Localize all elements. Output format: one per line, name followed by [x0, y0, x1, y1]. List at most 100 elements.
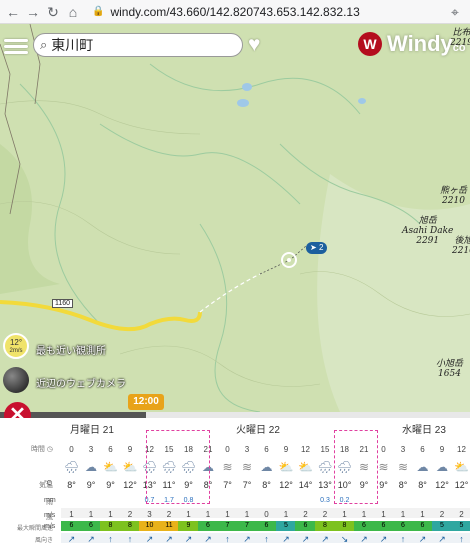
- time-badge[interactable]: 12:00: [128, 394, 164, 410]
- wind-dir-icon: ↑: [127, 534, 133, 544]
- selection-box: [334, 430, 378, 504]
- nearest-station-button[interactable]: 12° 2m/s: [3, 333, 29, 359]
- wind-marker[interactable]: ➤ 2: [306, 242, 328, 254]
- wind-cell: 1: [283, 510, 289, 519]
- temp-cell: 14°: [298, 480, 313, 490]
- weather-icon: ☁: [436, 460, 448, 474]
- gust-cell: 6: [303, 522, 308, 529]
- weather-icon: ≋: [241, 460, 253, 474]
- wind-cell: 1: [420, 510, 425, 519]
- wind-cell: 2: [166, 510, 172, 519]
- temp-cell: 9°: [86, 480, 96, 490]
- windy-logo-icon: W: [358, 32, 382, 56]
- gust-cell: 8: [342, 522, 347, 529]
- selection-box: [146, 430, 210, 504]
- wind-dir-icon: ↗: [145, 534, 154, 544]
- weather-icon: ☁: [85, 460, 97, 474]
- weather-icon: ⛅: [454, 460, 469, 474]
- unit-rain: mm: [44, 497, 56, 504]
- wind-dir-icon: ↗: [379, 534, 388, 544]
- temp-cell: 7°: [223, 480, 232, 490]
- webcam-label[interactable]: 近辺のウェブカメラ: [36, 375, 126, 390]
- windy-logo[interactable]: W Windy co: [358, 31, 466, 57]
- weather-icon: ⛅: [122, 460, 138, 474]
- home-icon[interactable]: ⌂: [64, 3, 82, 21]
- station-wind: 2m/s: [9, 348, 23, 354]
- weather-icon: ≋: [222, 460, 233, 474]
- gust-cell: 6: [401, 522, 405, 529]
- back-icon[interactable]: ←: [4, 3, 22, 21]
- wind-cell: 2: [322, 510, 328, 519]
- search-input[interactable]: 東川町: [51, 35, 93, 55]
- day-header: 月曜日 21: [70, 425, 114, 436]
- temp-cell: 7°: [242, 480, 252, 490]
- wind-dir-icon: ↗: [204, 534, 212, 544]
- peak-label: 小旭岳 1654: [436, 359, 464, 379]
- wind-cell: 1: [205, 510, 211, 519]
- hour-cell: 9: [127, 445, 133, 454]
- nearest-station-label[interactable]: 最も近い観測所: [36, 342, 106, 357]
- peak-label: 後旭2216: [452, 236, 470, 256]
- menu-icon[interactable]: [4, 36, 28, 56]
- temp-cell: 8°: [418, 480, 427, 490]
- hour-cell: 12: [457, 445, 466, 454]
- wind-dir-icon: ↗: [418, 534, 427, 544]
- hour-cell: 0: [225, 445, 230, 454]
- webcam-icon[interactable]: [3, 367, 29, 393]
- wind-dir-icon: ↗: [438, 534, 446, 544]
- forward-icon[interactable]: →: [24, 3, 42, 21]
- wind-cell: 1: [400, 510, 406, 519]
- wind-dir-icon: ↑: [108, 534, 113, 544]
- temp-cell: 12°: [435, 480, 449, 490]
- gust-cell: 5: [459, 522, 464, 529]
- temp-cell: 8°: [67, 480, 76, 490]
- station-temp: 12°: [9, 338, 23, 347]
- search-box[interactable]: ⌕ 東川町: [33, 33, 243, 57]
- wind-cell: 1: [342, 510, 347, 519]
- wind-dir-icon: ↗: [360, 534, 368, 544]
- weather-icon: 🌧: [63, 460, 80, 474]
- gust-cell: 7: [245, 522, 249, 529]
- wind-dir-icon: ↗: [321, 534, 329, 544]
- wind-cell: 1: [108, 510, 113, 519]
- location-icon[interactable]: ⌖: [446, 3, 464, 21]
- temp-cell: 8°: [398, 480, 408, 490]
- temp-cell: 12°: [279, 480, 293, 490]
- wind-dir-icon: ↗: [243, 534, 251, 544]
- wind-dir-icon: ↗: [184, 534, 193, 544]
- wind-cell: 1: [381, 510, 386, 519]
- hour-cell: 9: [439, 445, 445, 454]
- heart-icon[interactable]: ♥: [248, 34, 260, 55]
- gust-cell: 6: [69, 522, 74, 529]
- reload-icon[interactable]: ↻: [44, 3, 62, 21]
- peak-label: 熊ヶ岳 2210: [440, 186, 468, 206]
- weather-icon: 🌧: [317, 460, 333, 474]
- weather-icon: ⛅: [298, 460, 313, 474]
- weather-icon: ≋: [397, 460, 409, 474]
- weather-icon: ☁: [260, 460, 273, 474]
- gust-cell: 6: [89, 522, 93, 529]
- wind-cell: 1: [361, 510, 367, 519]
- hour-cell: 9: [283, 445, 289, 454]
- wind-cell: 1: [244, 510, 250, 519]
- wind-cell: 0: [264, 510, 269, 519]
- unit-gust: m/s: [44, 523, 56, 530]
- address-bar[interactable]: 🔒 windy.com/43.660/142.820743.653.142.83…: [92, 2, 432, 22]
- hour-cell: 6: [420, 445, 425, 454]
- wind-cell: 1: [69, 510, 74, 519]
- gust-cell: 8: [108, 522, 113, 529]
- wind-dir-icon: ↗: [67, 534, 76, 544]
- day-header: 水曜日 23: [402, 425, 446, 436]
- hour-cell: 3: [400, 445, 406, 454]
- gust-cell: 5: [440, 522, 444, 529]
- temp-cell: 12°: [454, 480, 469, 490]
- wind-dir-icon: ↑: [400, 534, 406, 544]
- wind-cell: 1: [225, 510, 230, 519]
- lock-icon: 🔒: [92, 6, 105, 17]
- wind-cell: 1: [186, 510, 191, 519]
- road-shield: 1160: [52, 299, 74, 308]
- rain-cell: 0.3: [320, 497, 330, 504]
- temp-cell: 12°: [123, 480, 137, 490]
- wind-dir-icon: ↑: [264, 534, 269, 544]
- search-icon: ⌕: [40, 37, 48, 52]
